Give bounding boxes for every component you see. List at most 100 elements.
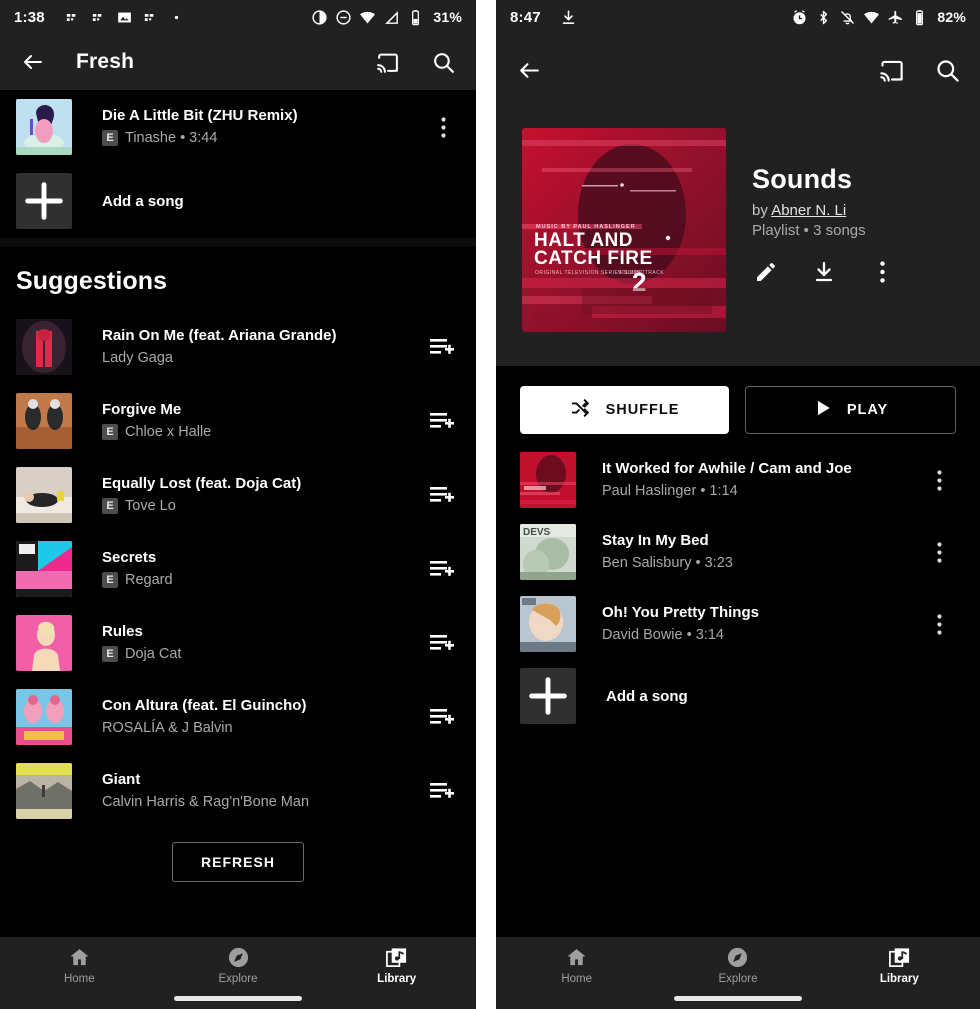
song-title: Rain On Me (feat. Ariana Grande) (102, 326, 337, 344)
alarm-icon (791, 9, 808, 26)
table-row[interactable]: DEVS Stay In My Bed Ben Salisbury • 3:23 (496, 516, 980, 588)
more-dot-icon (168, 9, 185, 26)
list-item[interactable]: Rain On Me (feat. Ariana Grande) Lady Ga… (0, 310, 476, 384)
add-to-queue-icon[interactable] (426, 559, 460, 579)
explicit-badge: E (102, 424, 118, 440)
nav-label: Library (879, 973, 919, 985)
playlist-header: MUSIC BY PAUL HASLINGER HALT AND CATCH F… (496, 106, 980, 366)
left-phone-screenshot: 1:38 31% Fresh Die A Little Bit (ZHU Rem… (0, 0, 476, 1009)
song-subtitle: E Chloe x Halle (102, 422, 418, 443)
song-subtitle: David Bowie • 3:14 (602, 626, 724, 643)
cast-icon[interactable] (370, 45, 404, 79)
playlist-meta: Playlist • 3 songs (752, 222, 866, 239)
back-arrow-icon[interactable] (16, 45, 50, 79)
explicit-badge: E (102, 130, 118, 146)
song-title: Secrets (102, 548, 157, 566)
bluetooth-icon (815, 9, 832, 26)
shuffle-icon (570, 397, 592, 423)
table-row[interactable]: It Worked for Awhile / Cam and Joe Paul … (496, 444, 980, 516)
dual-screenshot-stage: 1:38 31% Fresh Die A Little Bit (ZHU Rem… (0, 0, 980, 1009)
list-item[interactable]: Secrets E Regard (0, 532, 476, 606)
song-title: Equally Lost (feat. Doja Cat) (102, 474, 302, 492)
table-row[interactable]: Oh! You Pretty Things David Bowie • 3:14 (496, 588, 980, 660)
add-song-row[interactable]: Add a song (496, 660, 980, 732)
shuffle-button[interactable]: SHUFFLE (520, 386, 729, 434)
nav-label: Explore (718, 973, 758, 985)
song-title: Stay In My Bed (602, 531, 709, 549)
nav-label: Home (63, 973, 95, 985)
edit-pencil-icon[interactable] (752, 258, 780, 286)
overflow-menu-icon[interactable] (426, 116, 460, 138)
status-clock: 1:38 (14, 8, 45, 26)
nav-item-library[interactable]: Library (819, 946, 980, 985)
screenshot-separator (476, 0, 496, 1009)
list-item[interactable]: Equally Lost (feat. Doja Cat) E Tove Lo (0, 458, 476, 532)
song-title: Forgive Me (102, 400, 182, 418)
playlist-author-link[interactable]: Abner N. Li (771, 202, 846, 219)
status-clock: 8:47 (510, 8, 541, 26)
add-to-queue-icon[interactable] (426, 485, 460, 505)
right-app-bar (496, 34, 980, 106)
refresh-button[interactable]: REFRESH (172, 842, 304, 882)
song-artist: Doja Cat (125, 645, 182, 662)
overflow-menu-icon[interactable] (868, 258, 896, 286)
add-song-row[interactable]: Add a song (0, 164, 476, 238)
wifi-icon (359, 9, 376, 26)
overflow-menu-icon[interactable] (922, 541, 956, 563)
list-item[interactable]: Giant Calvin Harris & Rag'n'Bone Man (0, 754, 476, 828)
song-subtitle: E Regard (102, 570, 418, 591)
list-item[interactable]: Con Altura (feat. El Guincho) ROSALÍA & … (0, 680, 476, 754)
add-to-queue-icon[interactable] (426, 337, 460, 357)
explore-compass-icon (726, 946, 749, 969)
song-subtitle: Ben Salisbury • 3:23 (602, 554, 733, 571)
search-icon[interactable] (426, 45, 460, 79)
download-icon[interactable] (810, 258, 838, 286)
overflow-menu-icon[interactable] (922, 613, 956, 635)
left-bottom-nav: Home Explore Library (0, 937, 476, 1009)
song-subtitle: E Tinashe • 3:44 (102, 128, 418, 149)
battery-percent: 31% (433, 9, 462, 25)
album-art-thumbnail: DEVS (520, 524, 576, 580)
plus-icon (520, 668, 576, 724)
explicit-badge: E (102, 572, 118, 588)
right-status-bar: 8:47 82% (496, 0, 980, 34)
album-art-thumbnail (16, 615, 72, 671)
home-icon (68, 946, 91, 969)
album-art-thumbnail (16, 541, 72, 597)
cast-icon[interactable] (874, 53, 908, 87)
search-icon[interactable] (930, 53, 964, 87)
nav-label: Library (377, 973, 417, 985)
nav-item-library[interactable]: Library (317, 946, 476, 985)
back-arrow-icon[interactable] (512, 53, 546, 87)
song-artist: Lady Gaga (102, 349, 173, 366)
nav-item-explore[interactable]: Explore (159, 946, 318, 985)
shuffle-label: SHUFFLE (605, 402, 680, 418)
add-to-queue-icon[interactable] (426, 781, 460, 801)
list-item[interactable]: Forgive Me E Chloe x Halle (0, 384, 476, 458)
song-artist-duration: Tinashe • 3:44 (125, 129, 218, 146)
play-icon (813, 398, 833, 422)
library-icon (385, 946, 408, 969)
album-art-thumbnail (16, 763, 72, 819)
add-to-queue-icon[interactable] (426, 707, 460, 727)
svg-text:CATCH FIRE: CATCH FIRE (534, 248, 653, 269)
home-icon (565, 946, 588, 969)
play-button[interactable]: PLAY (745, 386, 956, 434)
table-row[interactable]: Die A Little Bit (ZHU Remix) E Tinashe •… (0, 90, 476, 164)
nav-item-home[interactable]: Home (496, 946, 657, 985)
nav-item-home[interactable]: Home (0, 946, 159, 985)
song-artist: Tove Lo (125, 497, 176, 514)
explicit-badge: E (102, 498, 118, 514)
add-to-queue-icon[interactable] (426, 411, 460, 431)
explore-compass-icon (227, 946, 250, 969)
section-divider (0, 238, 476, 247)
nav-item-explore[interactable]: Explore (657, 946, 818, 985)
song-subtitle: E Tove Lo (102, 496, 418, 517)
app-notification-icon (142, 9, 159, 26)
add-to-queue-icon[interactable] (426, 633, 460, 653)
list-item[interactable]: Rules E Doja Cat (0, 606, 476, 680)
album-art-thumbnail (16, 467, 72, 523)
overflow-menu-icon[interactable] (922, 469, 956, 491)
playlist-title: Sounds (752, 164, 853, 194)
left-content: Die A Little Bit (ZHU Remix) E Tinashe •… (0, 90, 476, 908)
